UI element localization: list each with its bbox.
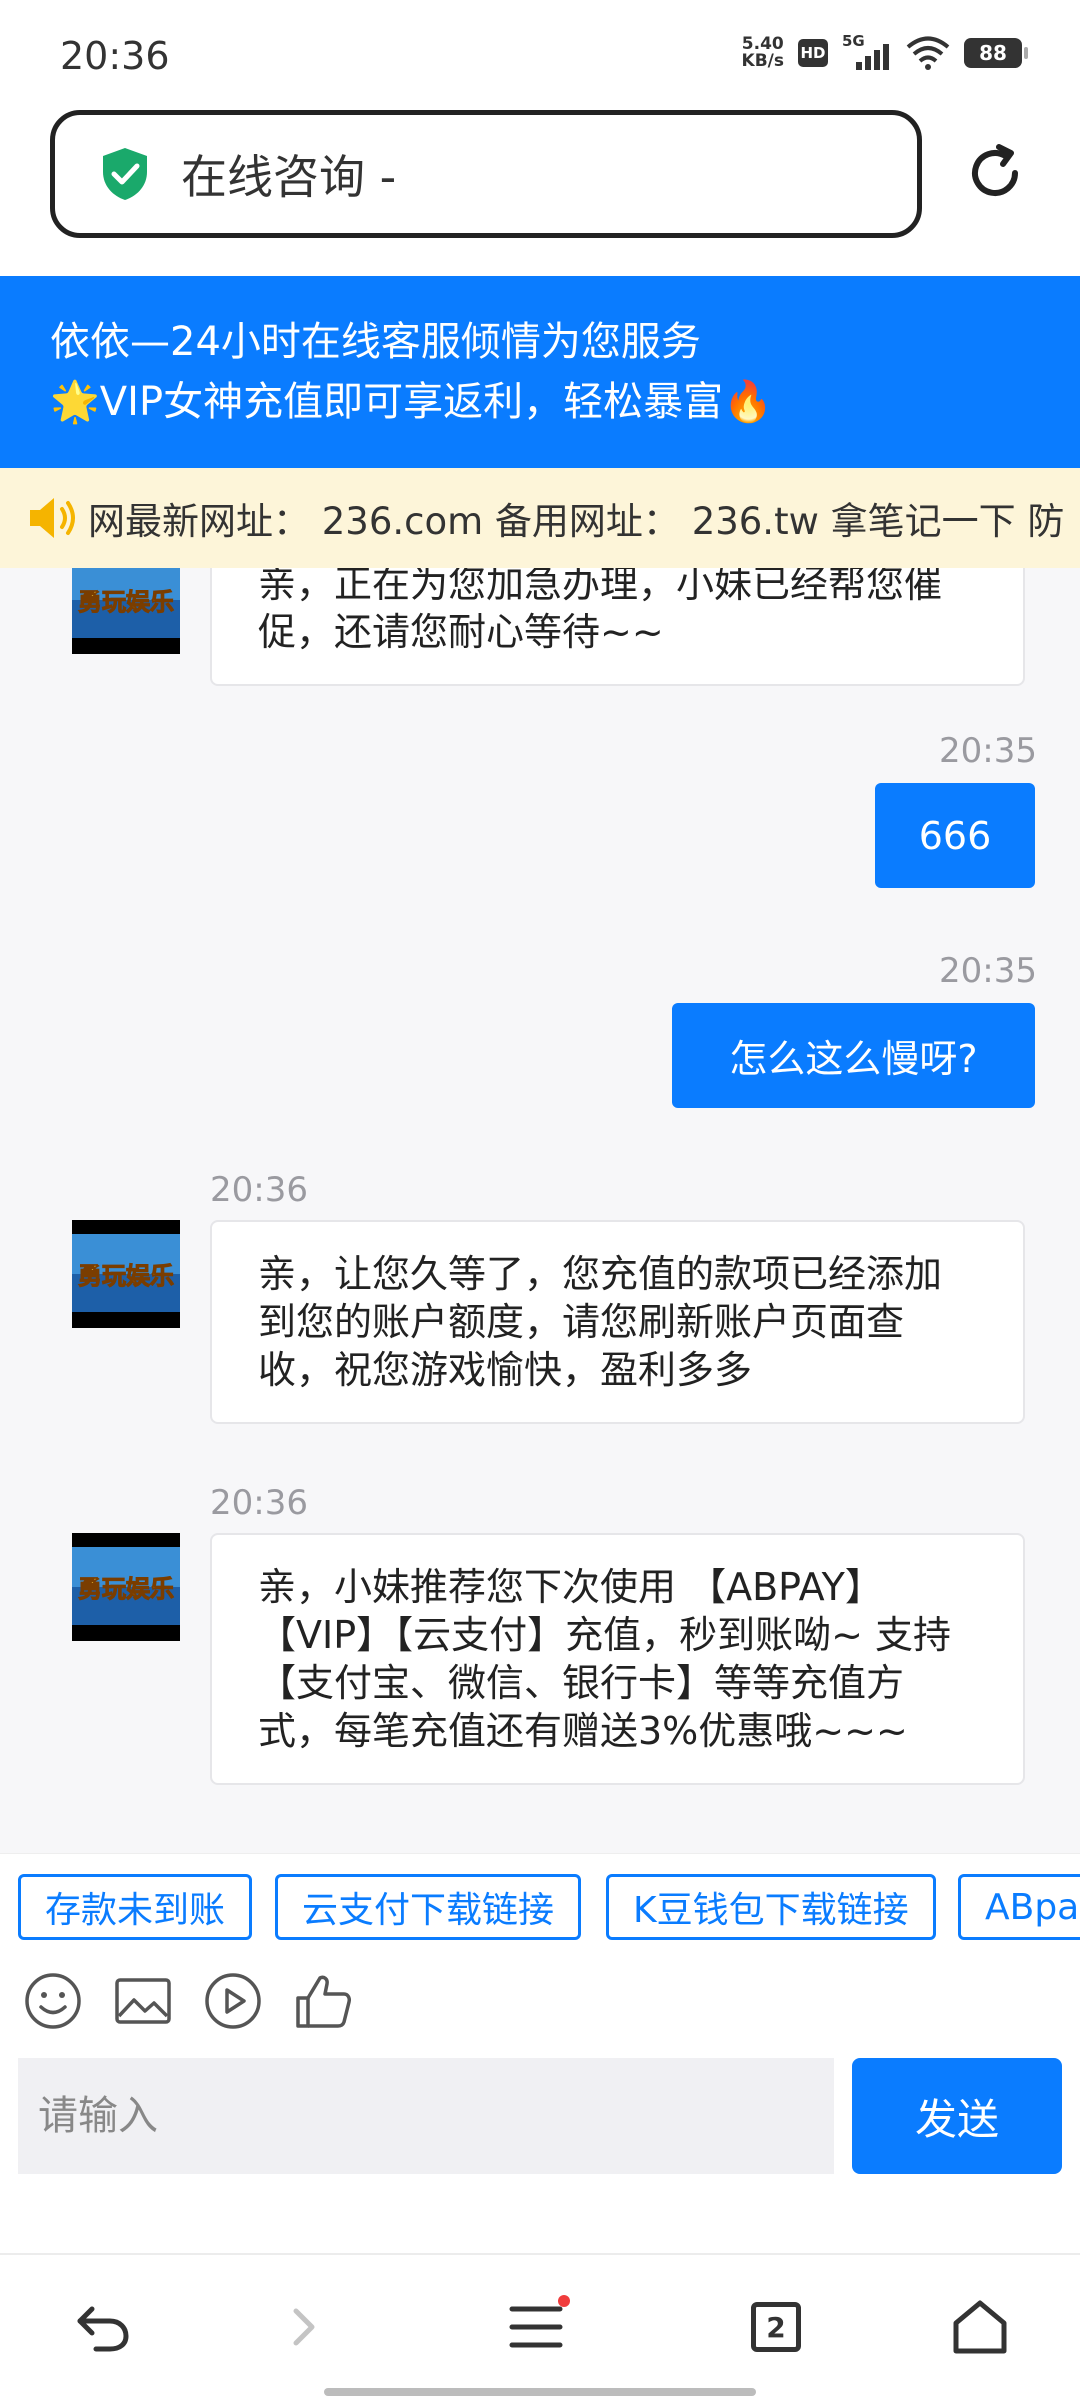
chat-messages[interactable]: 勇玩娱乐 亲，正在为您加急办理，小妹已经帮您催促，还请您耐心等待~~ 20:35… — [0, 568, 1080, 1853]
user-message: 怎么这么慢呀? — [672, 1003, 1035, 1108]
video-icon[interactable] — [202, 1970, 264, 2032]
forward-icon[interactable] — [272, 2295, 336, 2359]
network-speed: 5.40 KB/s — [742, 36, 784, 70]
tab-count: 2 — [751, 2302, 801, 2352]
address-bar[interactable]: 在线咨询 - — [50, 110, 922, 238]
status-time: 20:36 — [60, 34, 170, 78]
chat-header: 依依—24小时在线客服倾情为您服务 🌟VIP女神充值即可享返利，轻松暴富🔥 — [0, 276, 1080, 468]
svg-text:勇玩娱乐: 勇玩娱乐 — [78, 1262, 174, 1290]
menu-icon[interactable] — [506, 2295, 570, 2359]
back-icon[interactable] — [70, 2295, 134, 2359]
quick-replies: 存款未到账 云支付下载链接 K豆钱包下载链接 ABpa — [0, 1853, 1080, 1948]
message-time: 20:36 — [210, 1170, 308, 1210]
message-text: 666 — [918, 813, 992, 858]
user-message: 666 — [875, 783, 1035, 888]
speaker-icon — [30, 498, 75, 538]
shield-check-icon — [103, 148, 147, 200]
agent-message: 亲，让您久等了，您充值的款项已经添加到您的账户额度，请您刷新账户页面查收，祝您游… — [210, 1220, 1025, 1424]
emoji-icon[interactable] — [22, 1970, 84, 2032]
message-time: 20:35 — [939, 731, 1037, 771]
message-input[interactable] — [18, 2058, 834, 2174]
header-line-2: 🌟VIP女神充值即可享返利，轻松暴富🔥 — [50, 379, 773, 425]
agent-message: 亲，小妹推荐您下次使用 【ABPAY】【VIP】【云支付】充值，秒到账呦~ 支持… — [210, 1533, 1025, 1785]
announcement-text: 网最新网址： 236.com 备用网址： 236.tw 拿笔记一下 防 — [88, 500, 1065, 543]
home-icon[interactable] — [948, 2295, 1012, 2359]
battery-icon: 88 — [964, 38, 1028, 68]
gesture-bar[interactable] — [324, 2388, 756, 2396]
cellular-signal-icon: 5G — [842, 32, 892, 70]
hd-icon: HD — [798, 39, 828, 67]
announcement-bar: 网最新网址： 236.com 备用网址： 236.tw 拿笔记一下 防 — [0, 468, 1080, 568]
page-title: 在线咨询 - — [181, 150, 397, 204]
status-bar: 20:36 5.40 KB/s HD 5G 88 — [0, 0, 1080, 110]
refresh-icon[interactable] — [965, 143, 1025, 203]
message-time: 20:36 — [210, 1483, 308, 1523]
svg-text:勇玩娱乐: 勇玩娱乐 — [78, 588, 174, 616]
quick-reply-abpay[interactable]: ABpa — [958, 1874, 1080, 1940]
network-speed-unit: KB/s — [741, 51, 784, 71]
status-icons: 5.40 KB/s HD 5G 88 — [742, 32, 1028, 70]
header-line-1: 依依—24小时在线客服倾情为您服务 — [50, 319, 701, 365]
quick-reply-kdou-wallet-link[interactable]: K豆钱包下载链接 — [606, 1874, 936, 1940]
agent-avatar: 勇玩娱乐 — [72, 568, 180, 654]
thumbs-up-icon[interactable] — [292, 1970, 354, 2032]
image-icon[interactable] — [112, 1970, 174, 2032]
message-text: 亲，让您久等了，您充值的款项已经添加到您的账户额度，请您刷新账户页面查收，祝您游… — [258, 1252, 943, 1392]
message-composer: 发送 — [0, 2058, 1080, 2253]
agent-message: 亲，正在为您加急办理，小妹已经帮您催促，还请您耐心等待~~ — [210, 568, 1025, 686]
wifi-icon — [906, 36, 950, 70]
message-text: 怎么这么慢呀? — [729, 1037, 978, 1081]
agent-avatar: 勇玩娱乐 — [72, 1220, 180, 1328]
browser-nav-bar: 2 — [0, 2253, 1080, 2400]
send-button[interactable]: 发送 — [852, 2058, 1062, 2174]
quick-reply-deposit-missing[interactable]: 存款未到账 — [18, 1874, 253, 1940]
svg-text:勇玩娱乐: 勇玩娱乐 — [78, 1575, 174, 1603]
quick-reply-cloudpay-link[interactable]: 云支付下载链接 — [275, 1874, 582, 1940]
input-toolbar — [0, 1948, 1080, 2058]
tabs-icon[interactable]: 2 — [744, 2295, 808, 2359]
message-text: 亲，小妹推荐您下次使用 【ABPAY】【VIP】【云支付】充值，秒到账呦~ 支持… — [258, 1565, 952, 1753]
message-text: 亲，正在为您加急办理，小妹已经帮您催促，还请您耐心等待~~ — [258, 568, 943, 654]
message-time: 20:35 — [939, 951, 1037, 991]
agent-avatar: 勇玩娱乐 — [72, 1533, 180, 1641]
